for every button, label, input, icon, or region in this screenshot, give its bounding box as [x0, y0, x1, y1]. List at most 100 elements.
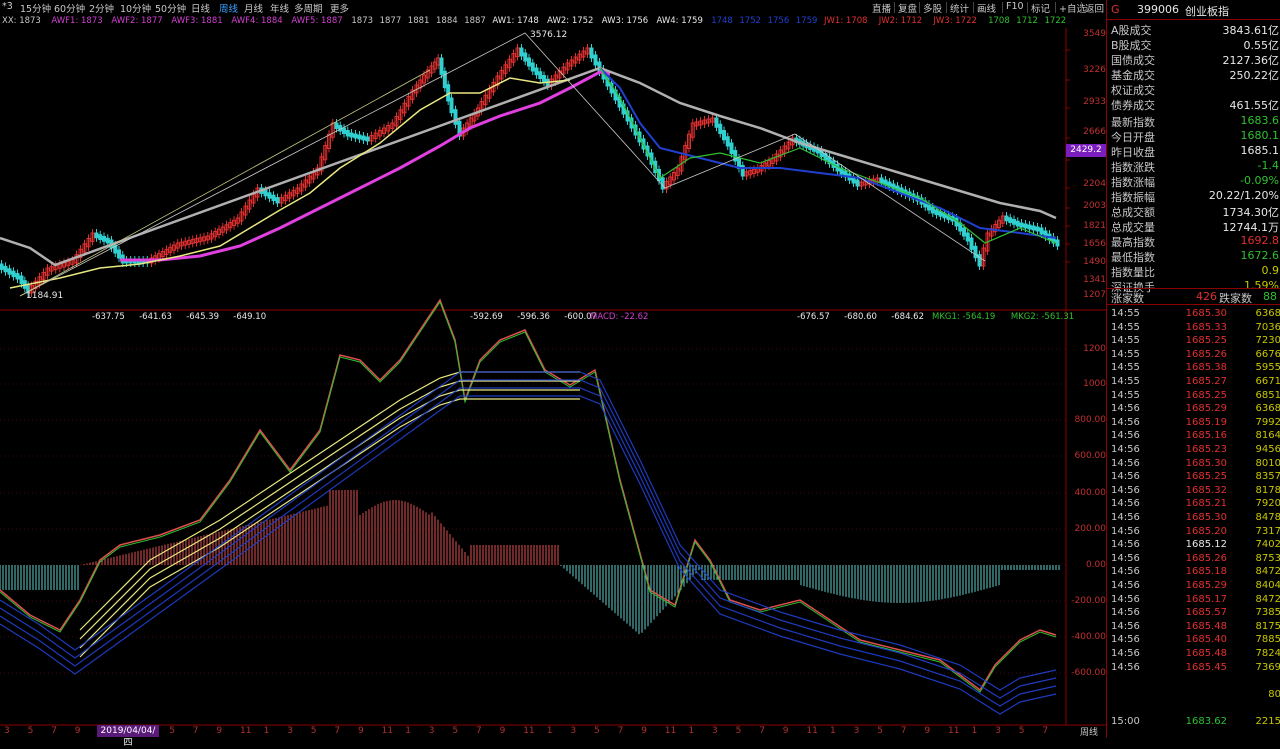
tick-time: 14:55: [1111, 335, 1140, 347]
toolbar-separator: [894, 2, 895, 13]
stat-value: 0.9: [1261, 264, 1280, 277]
stat-label: B股成交: [1111, 39, 1152, 52]
tick-volume: 7992: [1255, 416, 1280, 428]
stat-row: 指数涨跌 -1.4: [1111, 159, 1279, 174]
macd-tick: 600.00: [1074, 451, 1107, 461]
indicator-value: JW1: 1708: [824, 16, 868, 26]
period-tab[interactable]: 年线: [270, 1, 289, 15]
tick-price: 1685.18: [1185, 566, 1227, 578]
time-tick: 3: [853, 726, 860, 736]
tick-row: 14:56 1685.57 7385: [1111, 607, 1280, 619]
indicator-value: AW2: 1752: [547, 16, 594, 26]
indicator-legend: XX: 1873 AWF1: 1873 AWF2: 1877 AWF3: 1881 AW…: [0, 14, 1106, 28]
tick-row: 14:56 1685.21 7920: [1111, 498, 1280, 510]
tick-row: 14:56 1685.26 8753: [1111, 553, 1280, 565]
time-tick: 7: [1042, 726, 1049, 736]
tick-time: 14:56: [1111, 525, 1140, 537]
macd-value: -680.60: [844, 312, 877, 322]
toolbar-separator: [1055, 2, 1056, 13]
period-tab[interactable]: 10分钟: [120, 1, 151, 15]
macd-value: -596.36: [517, 312, 550, 322]
toolbar-left-fragment: *3: [2, 1, 13, 12]
period-tab[interactable]: 更多: [330, 1, 349, 15]
toolbar-button[interactable]: 复盘: [898, 1, 917, 15]
time-tick: 7: [476, 726, 482, 736]
time-tick: 1: [263, 726, 270, 736]
stat-value: 0.55亿: [1243, 39, 1280, 52]
indicator-value: 1708: [988, 16, 1010, 26]
time-tick: 9: [216, 726, 223, 736]
tick-row: 14:56 1685.40 7885: [1111, 634, 1280, 646]
macd-tick: -600.00: [1071, 668, 1106, 678]
stat-label: 指数涨幅: [1111, 176, 1155, 189]
period-tab[interactable]: 日线: [191, 1, 210, 15]
period-tab[interactable]: 月线: [244, 1, 263, 15]
time-tick: 3: [287, 726, 293, 736]
stat-label: 最低指数: [1111, 251, 1155, 264]
toolbar-button[interactable]: F10: [1006, 1, 1024, 12]
time-tick: 9: [782, 726, 789, 736]
price-tick: 2204: [1083, 179, 1106, 189]
tick-price: 1685.29: [1185, 580, 1227, 591]
indicator-value: AWF2: 1877: [111, 16, 163, 26]
time-tick: 11: [240, 726, 252, 736]
tick-price: 1685.48: [1185, 620, 1227, 632]
tick-time: 14:56: [1111, 620, 1140, 632]
tick-price: 1685.48: [1185, 648, 1227, 659]
tick-volume: 2215: [1255, 716, 1280, 727]
tick-row: 14:56 1685.32 8178: [1111, 485, 1280, 497]
stat-row: 基金成交 250.22亿: [1111, 67, 1280, 82]
time-tick: 7: [51, 726, 57, 736]
stat-label: 指数涨跌: [1111, 161, 1155, 174]
time-tick: 5: [169, 726, 175, 736]
period-tab[interactable]: 50分钟: [155, 1, 186, 15]
tick-time: 14:55: [1111, 362, 1140, 374]
stat-row: 总成交量 12744.1万: [1111, 219, 1279, 234]
tick-price: 1685.17: [1185, 593, 1227, 605]
tick-price: 1685.23: [1185, 444, 1227, 455]
toolbar-button[interactable]: 画线: [977, 1, 996, 15]
stat-value: 1692.8: [1240, 234, 1280, 247]
tick-price: 1685.27: [1185, 376, 1227, 387]
time-tick: 11: [664, 726, 677, 736]
macd-legend: -637.75 -641.63 -645.39 -649.10 -592.69 -596.…: [0, 311, 1106, 324]
toolbar-button[interactable]: 返回: [1085, 1, 1104, 15]
stat-value: 250.22亿: [1229, 69, 1280, 82]
stat-label: 昨日收盘: [1111, 146, 1155, 159]
stat-value: 1685.1: [1240, 144, 1280, 157]
tick-price: 1685.16: [1185, 430, 1227, 442]
toolbar-button[interactable]: 标记: [1031, 1, 1050, 15]
panel-prefix: G: [1111, 3, 1120, 16]
tick-row: 14:56 1685.48 7824: [1111, 648, 1280, 660]
tick-volume: 7036: [1255, 321, 1280, 333]
toolbar-button[interactable]: 直播: [872, 1, 891, 15]
tick-row: 14:56 1685.30 8478: [1111, 512, 1280, 524]
tick-volume: 7885: [1255, 634, 1280, 646]
tick-row: 14:56 1685.29 6368: [1111, 403, 1280, 415]
tick-volume: 8404: [1255, 580, 1280, 591]
time-tick: 5: [1018, 726, 1025, 736]
stat-row: B股成交 0.55亿: [1111, 37, 1280, 52]
period-tab[interactable]: 多周期: [294, 1, 323, 15]
low-annotation: 1184.91: [26, 291, 64, 301]
indicator-value: 1756: [767, 16, 790, 26]
tick-volume: 6368: [1255, 308, 1280, 319]
stat-value: 1672.6: [1240, 249, 1280, 262]
stat-value: 20.22/1.20%: [1208, 189, 1279, 202]
toolbar-button[interactable]: 统计: [950, 1, 969, 15]
chart-area[interactable]: [0, 28, 1106, 738]
tick-time: 14:56: [1111, 416, 1140, 428]
period-tab[interactable]: 周线: [219, 1, 238, 15]
macd-tick: 1000: [1083, 379, 1106, 389]
current-price-marker: 2429.2: [1066, 144, 1106, 157]
period-tab[interactable]: 60分钟: [54, 1, 85, 15]
period-tab[interactable]: 15分钟: [20, 1, 51, 15]
period-label: 周线: [1080, 728, 1099, 738]
tick-time: 14:56: [1111, 444, 1140, 455]
tick-price: 1685.33: [1185, 321, 1227, 333]
toolbar-button[interactable]: 多股: [923, 1, 942, 15]
time-tick: 5: [452, 726, 459, 736]
macd-value: -676.57: [797, 312, 830, 322]
time-tick: 7: [334, 726, 341, 736]
period-tab[interactable]: 2分钟: [89, 1, 114, 15]
